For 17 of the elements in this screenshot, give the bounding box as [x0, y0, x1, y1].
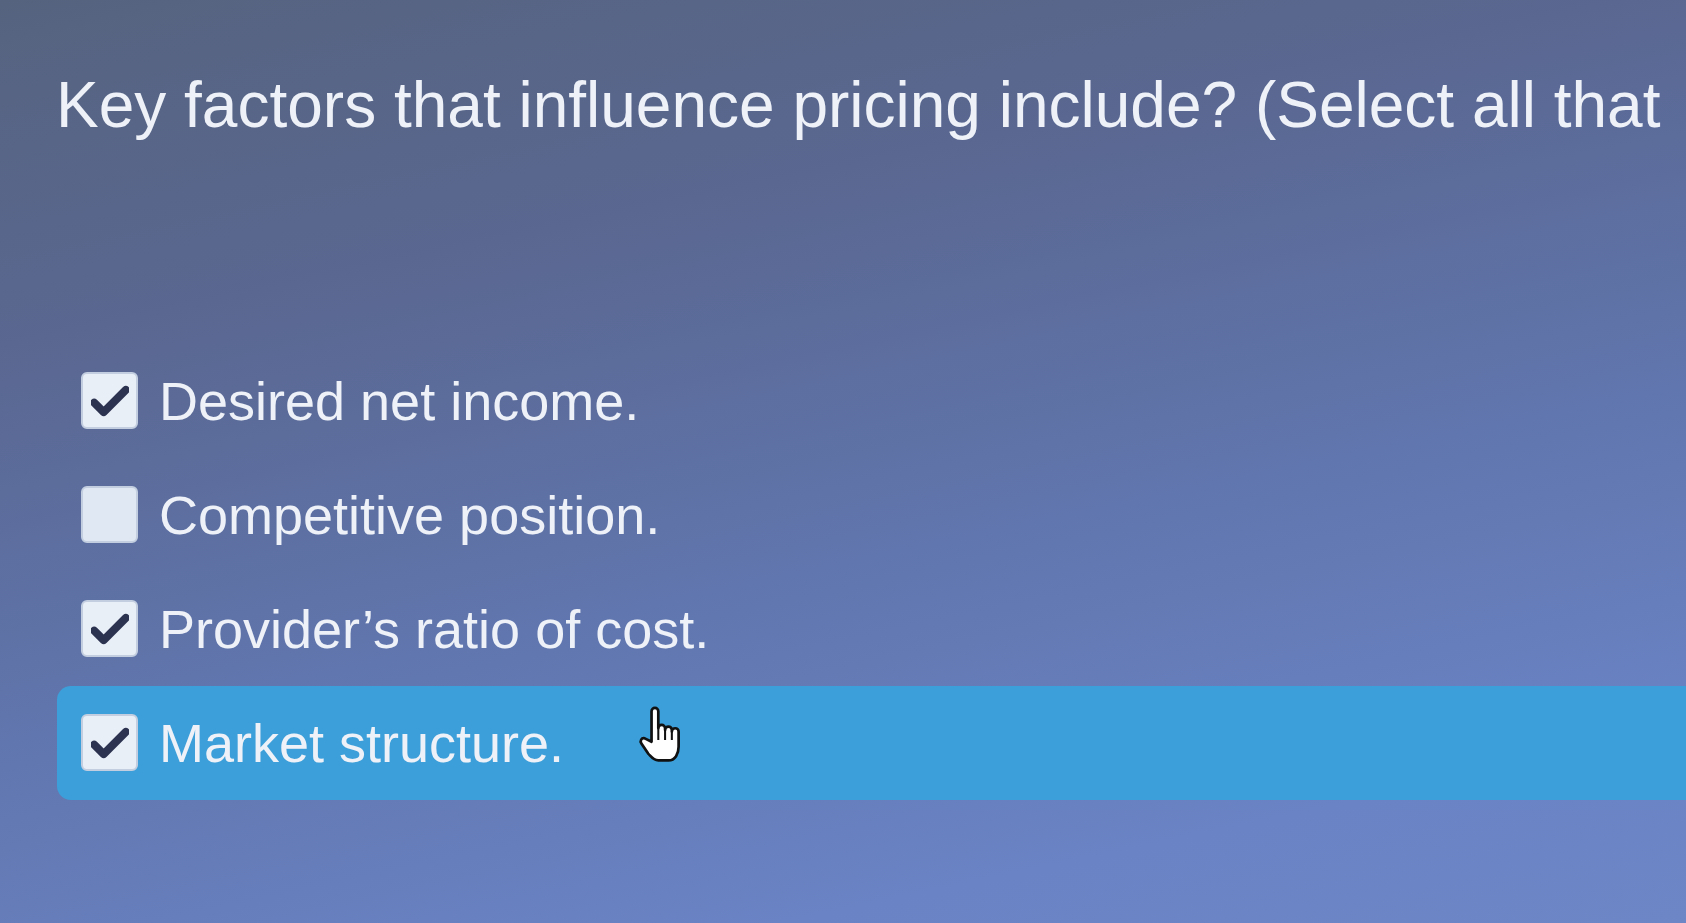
question-text: Key factors that influence pricing include? (Select all that — [55, 69, 1662, 143]
answer-option[interactable]: Market structure. — [57, 685, 1686, 800]
option-label: Provider’s ratio of cost. — [159, 597, 710, 660]
checkbox[interactable] — [81, 372, 138, 430]
checkbox[interactable] — [81, 600, 138, 658]
answer-option[interactable]: Desired net income. — [57, 343, 1686, 458]
checkbox[interactable] — [81, 486, 138, 544]
answer-option[interactable]: Competitive position. — [57, 457, 1686, 572]
answer-option[interactable]: Provider’s ratio of cost. — [57, 571, 1686, 686]
checkmark-icon — [90, 612, 129, 645]
checkmark-icon — [90, 384, 129, 417]
checkbox[interactable] — [81, 714, 138, 772]
option-label: Market structure. — [159, 711, 565, 774]
option-label: Competitive position. — [159, 483, 661, 546]
option-label: Desired net income. — [159, 369, 640, 432]
checkmark-icon — [90, 726, 129, 759]
hand-pointer-cursor-icon — [638, 705, 682, 764]
